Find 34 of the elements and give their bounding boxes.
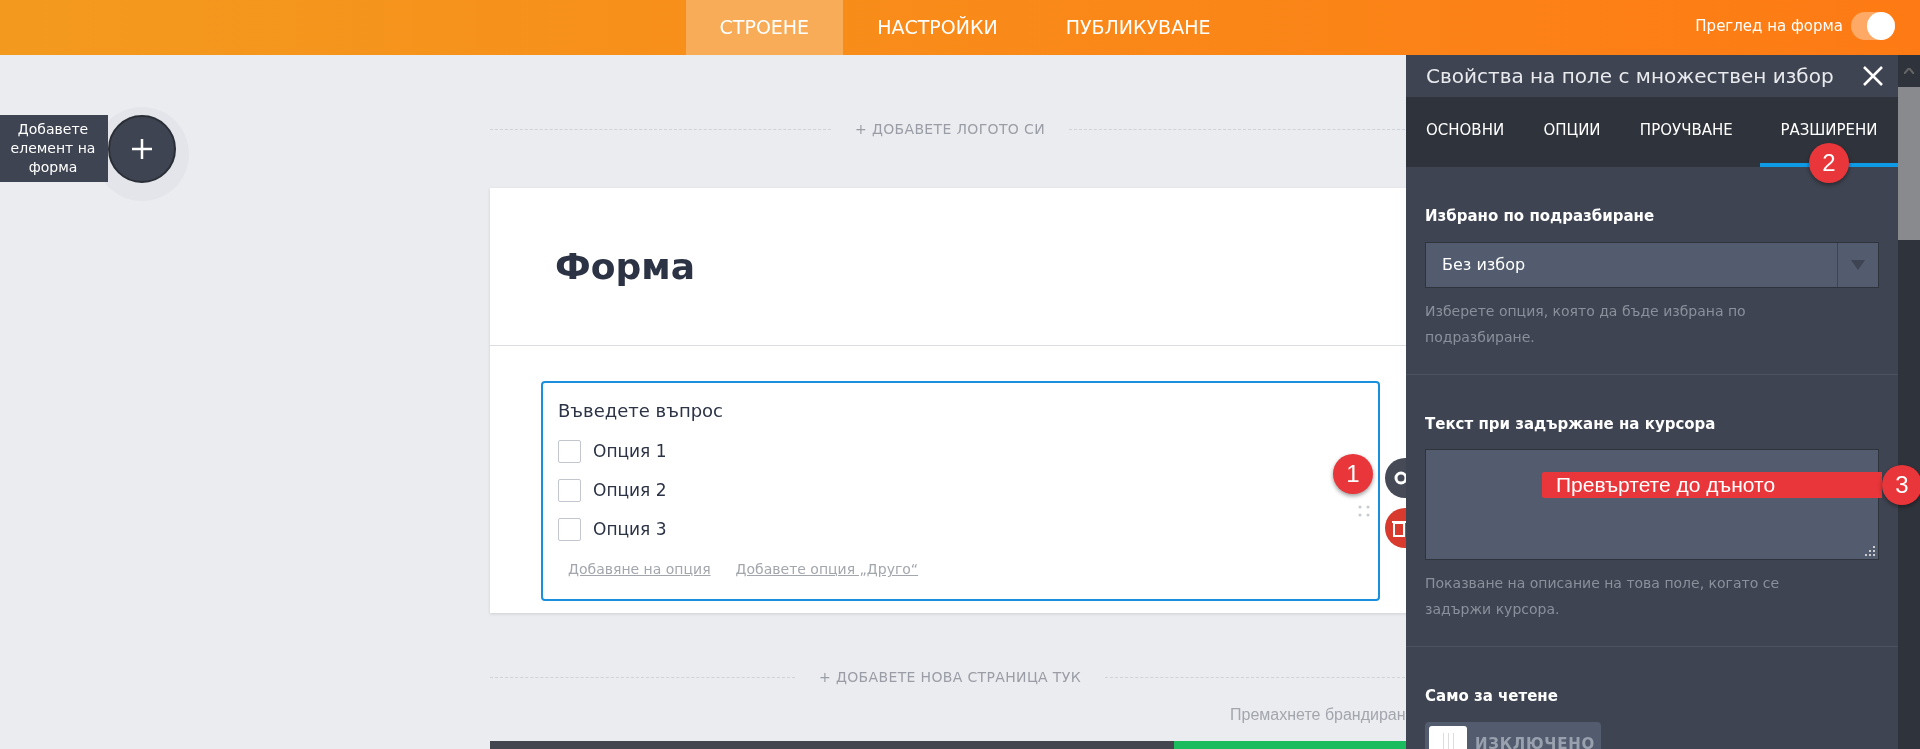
option-label: Опция 3	[593, 517, 667, 541]
step-badge: 2	[1809, 143, 1849, 183]
help-text: Показване на описание на това поле, когато се задържи курсора.	[1425, 574, 1780, 619]
step-badge: 3	[1882, 465, 1920, 505]
resize-handle-icon	[1865, 546, 1875, 556]
checkbox[interactable]	[558, 440, 581, 463]
toggle-state: ИЗКЛЮЧЕНО	[1475, 734, 1595, 749]
section-title: Текст при задържане на курсора	[1425, 413, 1717, 435]
plus-icon	[130, 137, 154, 161]
panel-title: Свойства на поле с множествен избор	[1426, 63, 1834, 90]
panel-tab[interactable]: ОПЦИИ	[1531, 97, 1613, 167]
select-value: Без избор	[1442, 253, 1526, 276]
scroll-hint-tooltip: Превъртете до дъното	[1542, 472, 1882, 498]
preview-label: Преглед на форма	[1695, 15, 1843, 37]
panel-tab[interactable]: ОСНОВНИ	[1414, 97, 1517, 167]
checkbox[interactable]	[558, 479, 581, 502]
step-badge: 1	[1333, 454, 1373, 494]
trash-icon	[1392, 519, 1406, 537]
close-icon	[1862, 65, 1884, 87]
checkbox[interactable]	[558, 518, 581, 541]
help-text: Изберете опция, която да бъде избрана по подразбиране.	[1425, 301, 1747, 347]
form-title[interactable]: Форма	[555, 239, 695, 294]
drag-handle-icon	[1358, 504, 1370, 518]
scrollbar-thumb[interactable]	[1898, 87, 1920, 240]
section-title: Избрано по подразбиране	[1425, 206, 1656, 227]
default-select[interactable]: Без избор	[1425, 241, 1879, 288]
section-title: Само за четене	[1425, 686, 1559, 707]
panel-tab[interactable]: ПРОУЧВАНЕ	[1627, 97, 1745, 167]
option-label: Опция 2	[593, 478, 667, 502]
preview-toggle[interactable]	[1851, 12, 1895, 40]
add-element-label[interactable]: Добавете елемент на форма	[0, 115, 108, 182]
question-label[interactable]: Въведете въпрос	[558, 397, 1378, 424]
caret-icon	[1851, 259, 1865, 270]
option-label: Опция 1	[593, 439, 667, 463]
